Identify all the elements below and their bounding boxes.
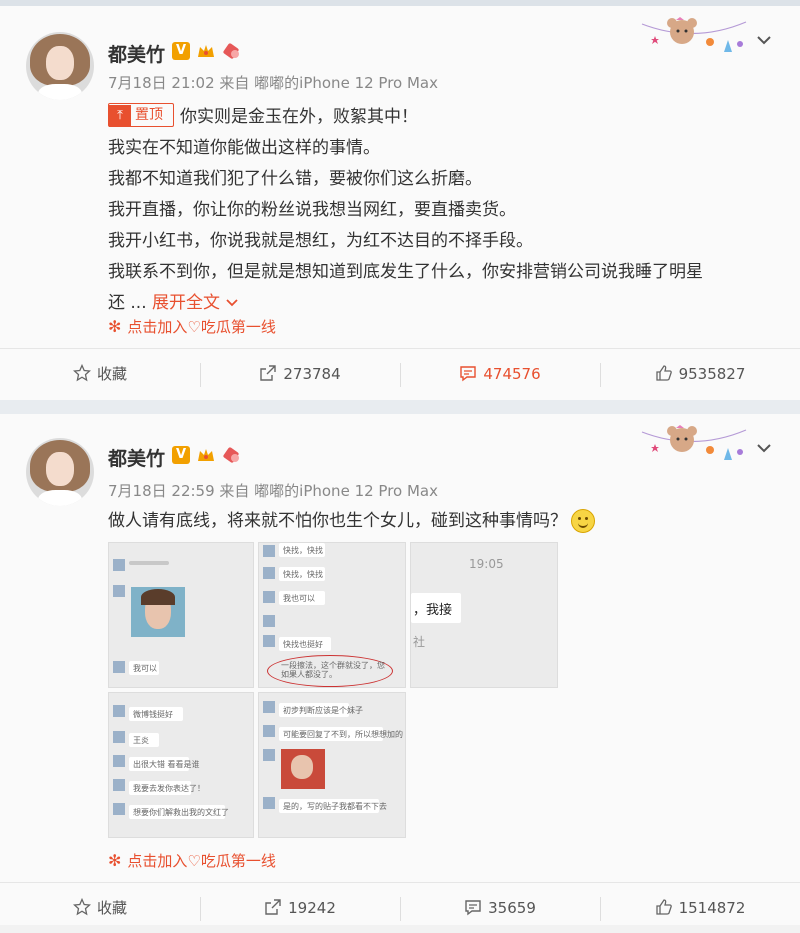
- post-content: 做人请有底线，将来就不怕你也生个女儿，碰到这种事情吗？: [108, 506, 788, 537]
- topic-link[interactable]: ✻ 点击加入♡吃瓜第一线: [108, 316, 276, 337]
- post-content: ⤒ 置顶 你实则是金玉在外，败絮其中！ 我实在不知道你能做出这样的事情。 我都不知道…: [108, 102, 788, 319]
- post-line: 我都不知道我们犯了什么错，要被你们这么折磨。: [108, 169, 482, 189]
- chat-message: 微博钱挺好: [133, 710, 173, 719]
- post-line: 我开直播，你让你的粉丝说我想当网红，要直播卖货。: [108, 200, 516, 220]
- repost-button[interactable]: 273784: [200, 349, 400, 399]
- like-button[interactable]: 1514872: [600, 883, 800, 925]
- chat-message: 可能要回复了不到，所以想想加的: [283, 730, 403, 739]
- weibo-post: 都美竹 V 7月18日 22:59 来自 嘟嘟的iPhone 12 Pro Ma…: [0, 414, 800, 925]
- avatar[interactable]: [26, 438, 94, 506]
- expand-full-text-link[interactable]: 展开全文: [152, 293, 239, 313]
- comment-icon: [465, 899, 481, 915]
- share-icon: [265, 898, 281, 915]
- verified-badge: V: [172, 42, 190, 60]
- post-line: 你实则是金玉在外，败絮其中！: [180, 107, 418, 127]
- weibo-post-pinned: 都美竹 V 7月18日 21:02 来自 嘟嘟的iPhone 12 Pro Ma…: [0, 6, 800, 400]
- fav-button[interactable]: 收藏: [0, 349, 200, 399]
- chat-time: 19:05: [469, 557, 504, 571]
- chat-message: 快找，快找: [283, 546, 323, 555]
- post-meta: 7月18日 22:59 来自 嘟嘟的iPhone 12 Pro Max: [108, 482, 438, 500]
- chat-message: 快找，快找: [283, 570, 323, 579]
- chat-screenshot-image[interactable]: 快找，快找 快找，快找 我也可以 快找也挺好 一段擦法，这个群就没了，您如果人都…: [258, 542, 406, 688]
- comment-button[interactable]: 35659: [400, 883, 600, 925]
- post-line: 我联系不到你，但是就是想知道到底发生了什么，你安排营销公司说我睡了明星: [108, 262, 703, 282]
- topic-link[interactable]: ✻ 点击加入♡吃瓜第一线: [108, 850, 276, 871]
- chat-message: 我也可以: [283, 594, 315, 603]
- post-line: 我实在不知道你能做出这样的事情。: [108, 138, 380, 158]
- post-line: 还 ...: [108, 293, 147, 313]
- chat-screenshot-image[interactable]: 微博钱挺好 王炎 出很大错 看看是谁 我要去发你表达了！ 想要你们解救出我的文红…: [108, 692, 254, 838]
- decoration-bunting-icon: [641, 17, 747, 52]
- chat-message: 出很大错 看看是谁: [133, 760, 200, 769]
- decoration-bunting-icon: [641, 425, 747, 460]
- post-meta: 7月18日 21:02 来自 嘟嘟的iPhone 12 Pro Max: [108, 74, 438, 92]
- comment-icon: [460, 365, 477, 381]
- action-bar: 收藏 19242 35659 1514872: [0, 882, 800, 925]
- username[interactable]: 都美竹: [108, 40, 165, 67]
- action-bar: 收藏 273784 474576 9535827: [0, 348, 800, 399]
- fav-button[interactable]: 收藏: [0, 883, 200, 925]
- share-icon: [260, 364, 277, 381]
- chat-screenshot-image[interactable]: 我可以: [108, 542, 254, 688]
- thumbs-up-icon: [655, 364, 672, 381]
- fan-badge-icon: [223, 43, 239, 59]
- comment-button[interactable]: 474576: [400, 349, 600, 399]
- chat-screenshot-image[interactable]: 初步判断应该是个妹子 可能要回复了不到，所以想想加的 是的，写的贴子我都看不下去: [258, 692, 406, 838]
- chat-message: ，我接: [413, 603, 453, 618]
- chat-message: 我要去发你表达了！: [133, 784, 205, 793]
- chat-message: 王炎: [133, 736, 149, 745]
- topic-flower-icon: ✻: [108, 851, 122, 870]
- repost-button[interactable]: 19242: [200, 883, 400, 925]
- smile-emoji-icon: [571, 509, 595, 533]
- pin-icon: ⤒: [109, 105, 131, 127]
- pinned-badge: ⤒ 置顶: [108, 103, 174, 127]
- chat-message: 想要你们解救出我的文红了: [133, 808, 229, 817]
- avatar[interactable]: [26, 32, 94, 100]
- chat-message: 社: [413, 635, 426, 649]
- chat-message: 初步判断应该是个妹子: [283, 706, 363, 715]
- post-line: 做人请有底线，将来就不怕你也生个女儿，碰到这种事情吗？: [108, 511, 567, 531]
- chat-message: 是的，写的贴子我都看不下去: [283, 802, 387, 811]
- verified-badge: V: [172, 446, 190, 464]
- post-line: 我开小红书，你说我就是想红，为红不达目的不择手段。: [108, 231, 533, 251]
- star-icon: [72, 897, 92, 915]
- chevron-down-icon: [226, 299, 239, 307]
- thumbs-up-icon: [655, 898, 672, 915]
- fan-badge-icon: [223, 447, 239, 463]
- chat-message: 快找也挺好: [283, 640, 323, 649]
- chat-message: 一段擦法，这个群就没了，您如果人都没了。: [281, 661, 385, 679]
- star-icon: [72, 363, 92, 381]
- chevron-down-icon[interactable]: [754, 438, 774, 458]
- username[interactable]: 都美竹: [108, 444, 165, 471]
- crown-badge-icon: [198, 45, 214, 57]
- chat-message: 我可以: [133, 664, 157, 673]
- chat-screenshot-image[interactable]: 19:05 ，我接 社: [410, 542, 558, 688]
- chevron-down-icon[interactable]: [754, 30, 774, 50]
- like-button[interactable]: 9535827: [600, 349, 800, 399]
- crown-badge-icon: [198, 449, 214, 461]
- topic-flower-icon: ✻: [108, 317, 122, 336]
